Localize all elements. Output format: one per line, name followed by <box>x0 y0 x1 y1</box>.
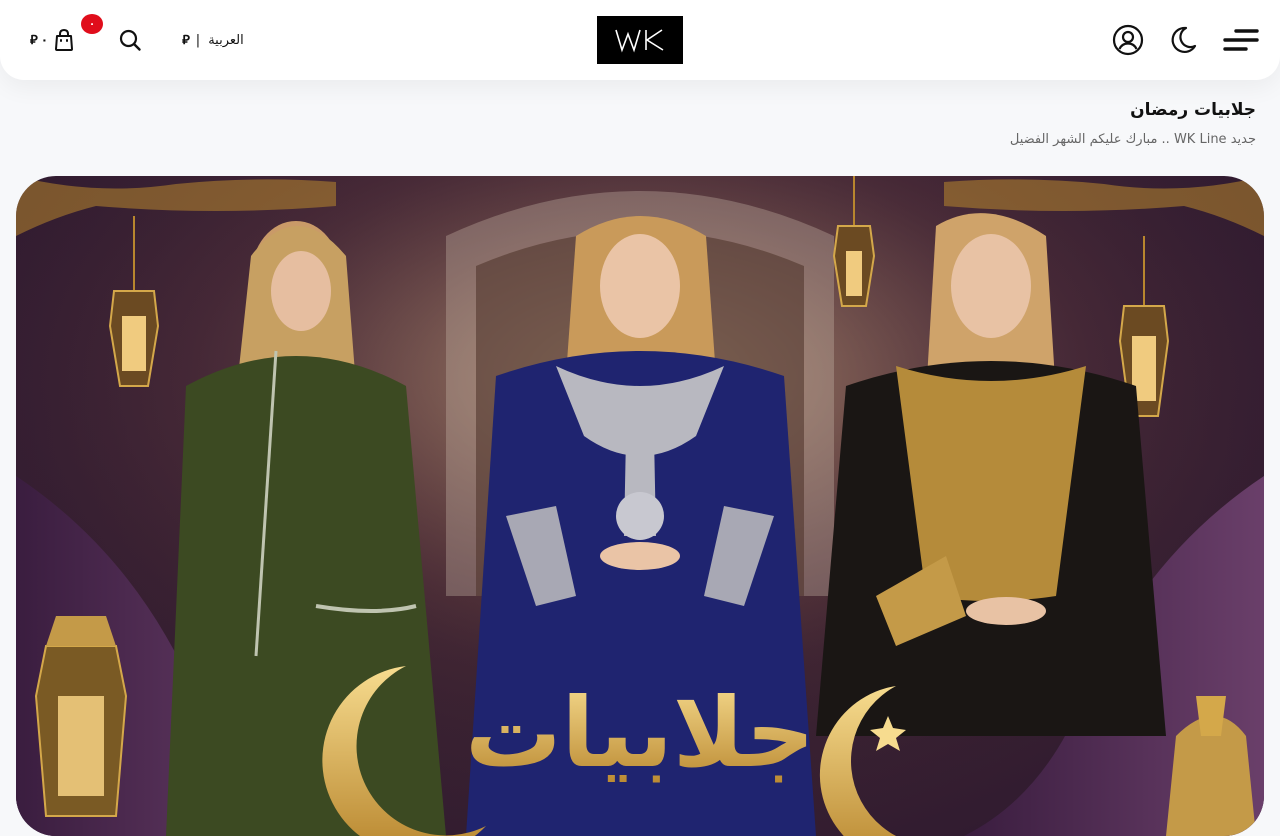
hero-arabic-title: جلابيات <box>465 677 815 789</box>
cart-button[interactable]: ⃁ ٠ ٠ <box>30 14 103 62</box>
hero-banner-image[interactable]: جلابيات <box>16 176 1264 836</box>
brand-logo[interactable] <box>597 16 683 64</box>
user-circle-icon[interactable] <box>1112 24 1144 56</box>
shopping-bag-icon[interactable] <box>52 28 76 52</box>
banner-heading: جلابيات رمضان جديد WK Line .. مبارك عليك… <box>1010 96 1256 147</box>
cart-count-badge: ٠ <box>81 14 103 34</box>
cart-amount: ٠ <box>40 33 49 47</box>
page-title: جلابيات رمضان <box>1130 100 1256 120</box>
language-label: العربية <box>208 32 244 48</box>
lantern-bottom-left <box>34 616 128 817</box>
language-currency-symbol: ⃁ <box>182 32 190 48</box>
header-left-actions: ⃁ ٠ ٠ ⃁ | العربية <box>30 14 244 62</box>
header-right-actions <box>1112 18 1260 62</box>
language-switcher[interactable]: ⃁ | العربية <box>182 33 244 48</box>
hamburger-menu-icon[interactable] <box>1222 28 1260 52</box>
search-icon[interactable] <box>116 26 144 54</box>
page-subtitle: جديد WK Line .. مبارك عليكم الشهر الفضيل <box>1009 132 1256 147</box>
site-header: ⃁ ٠ ٠ ⃁ | العربية <box>0 0 1280 80</box>
hero-illustration: جلابيات <box>16 176 1264 836</box>
moon-icon[interactable] <box>1166 23 1200 57</box>
currency-symbol: ⃁ <box>30 32 38 48</box>
logo-wk-mark <box>615 29 664 53</box>
language-separator: | <box>195 32 201 48</box>
